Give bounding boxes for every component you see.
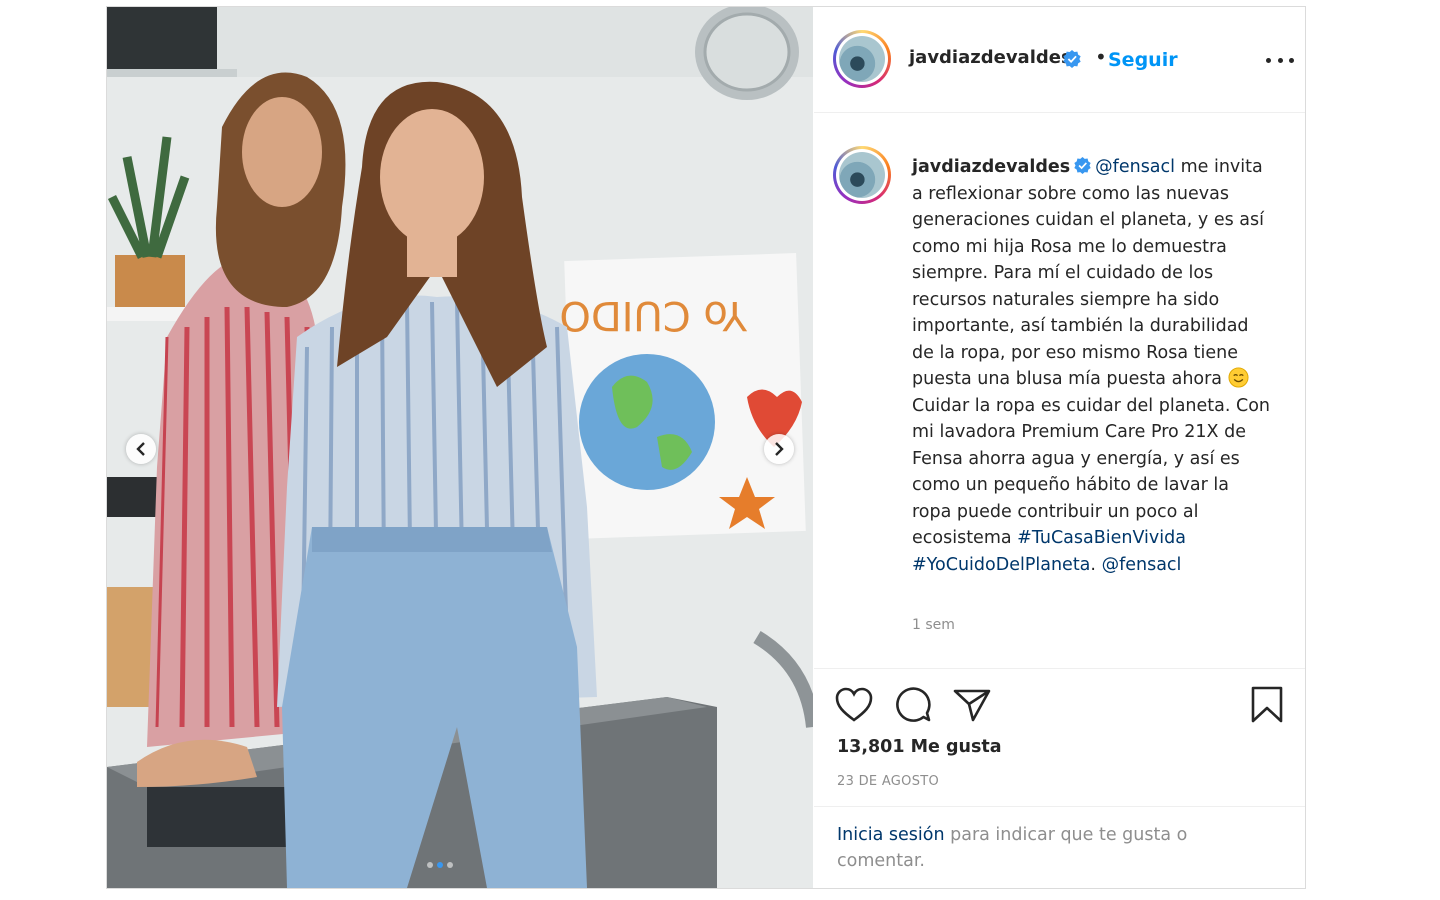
hashtag-link[interactable]: #YoCuidoDelPlaneta [912,555,1090,575]
chevron-left-icon [136,442,145,456]
login-prompt: Inicia sesión para indicar que te gusta … [837,822,1257,874]
more-options-icon[interactable] [1266,50,1294,70]
likes-count[interactable]: 13,801 Me gusta [837,737,1002,757]
caption-avatar[interactable] [833,146,891,204]
mention-link[interactable]: @fensacl [1095,157,1175,177]
post-header: javdiazdevaldes • Seguir [814,7,1305,113]
bookmark-icon[interactable] [1250,686,1284,724]
next-slide-button[interactable] [764,434,794,464]
post-actions: 13,801 Me gusta 23 DE AGOSTO [814,668,1305,807]
follow-button[interactable]: Seguir [1108,49,1178,71]
verified-badge-icon [1063,50,1081,68]
mention-link[interactable]: @fensacl [1102,555,1182,575]
caption-body-1: me invita a reflexionar sobre como las n… [912,157,1264,389]
svg-text:Yo CUIDO: Yo CUIDO [559,292,748,338]
comment-icon[interactable] [894,687,932,723]
caption-text: javdiazdevaldes @fensacl me invita a refl… [912,157,1271,575]
avatar[interactable] [833,30,891,88]
header-username[interactable]: javdiazdevaldes [909,47,1072,68]
caption-timestamp[interactable]: 1 sem [912,617,955,633]
carousel-dot [447,862,453,868]
carousel-indicator [427,862,453,868]
photo-illustration: Yo CUIDO [107,7,813,888]
avatar-image [839,152,885,198]
avatar-image [839,36,885,82]
post-side-panel: javdiazdevaldes • Seguir javdiazdevaldes… [814,7,1305,888]
heart-icon[interactable] [835,687,873,723]
chevron-right-icon [775,442,784,456]
hashtag-link[interactable]: #TuCasaBienVivida [1017,528,1186,548]
post-date: 23 DE AGOSTO [837,774,940,789]
post-photo[interactable]: Yo CUIDO [107,7,813,888]
instagram-post: Yo CUIDO javdiazdevaldes • Seguir javdia… [106,6,1306,889]
caption-username[interactable]: javdiazdevaldes [912,157,1070,177]
login-link[interactable]: Inicia sesión [837,825,945,845]
carousel-dot-active [437,862,443,868]
separator-dot: • [1095,45,1107,69]
verified-badge-icon [1074,157,1091,174]
paper-plane-icon[interactable] [953,687,991,723]
caption-section: javdiazdevaldes @fensacl me invita a refl… [814,114,1305,669]
smiling-face-icon [1228,367,1249,388]
carousel-dot [427,862,433,868]
caption-body-2: Cuidar la ropa es cuidar del planeta. Co… [912,395,1271,549]
previous-slide-button[interactable] [126,434,156,464]
